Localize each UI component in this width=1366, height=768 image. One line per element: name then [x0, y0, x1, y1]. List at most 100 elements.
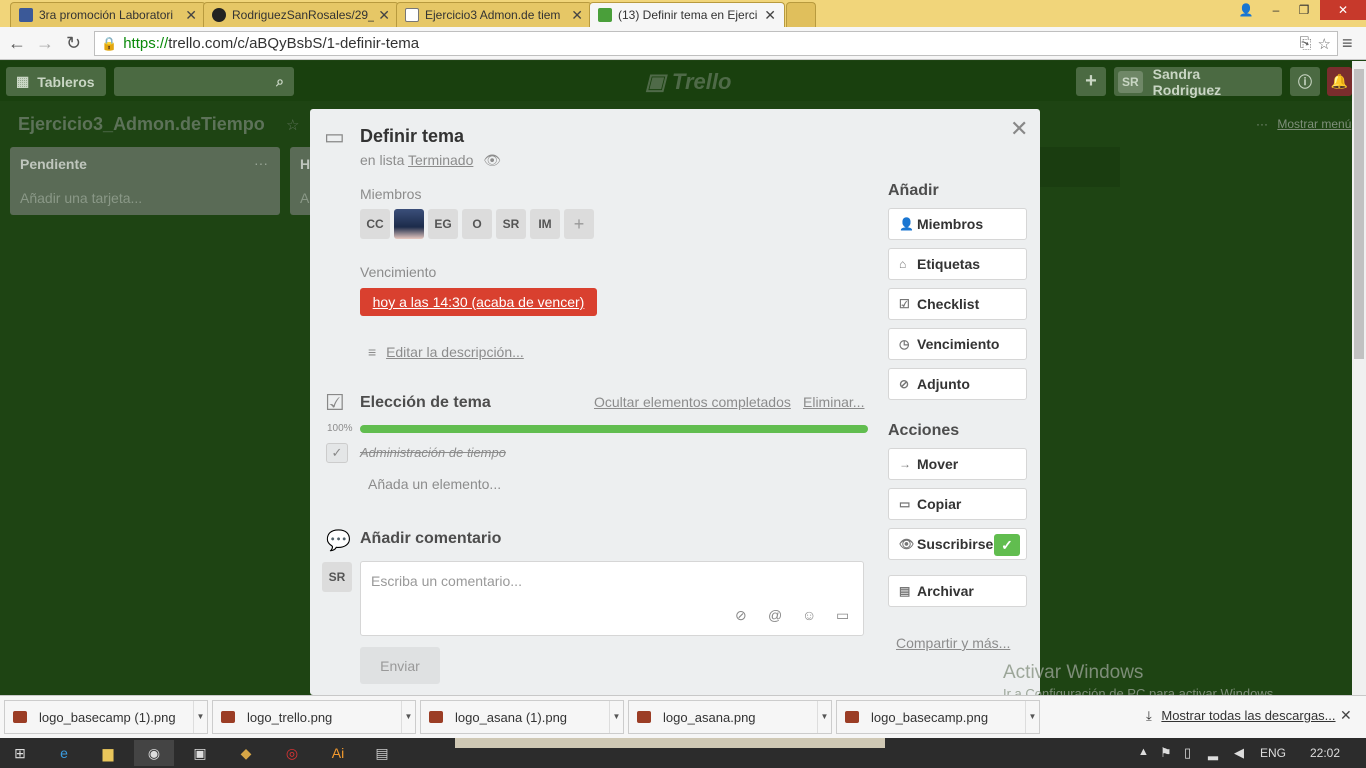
comment-input[interactable]: Escriba un comentario...	[371, 573, 522, 589]
reload-icon[interactable]: ↻	[66, 33, 81, 54]
creative-cloud-icon[interactable]: ◎	[272, 740, 312, 766]
translate-icon[interactable]: ⎘	[1300, 35, 1312, 52]
labels-button[interactable]: ⌂ Etiquetas	[888, 248, 1027, 280]
scrollbar-thumb[interactable]	[1354, 69, 1364, 359]
boards-button[interactable]: ▦ Tableros	[6, 67, 106, 96]
attach-icon[interactable]: ⊘	[735, 607, 747, 624]
add-checklist-item[interactable]: Añada un elemento...	[368, 476, 501, 492]
download-item[interactable]: logo_asana (1).png ▼	[420, 700, 624, 734]
chevron-down-icon[interactable]: ▼	[401, 701, 415, 733]
add-button[interactable]: +	[1076, 67, 1106, 96]
list-pendiente[interactable]: Pendiente ··· Añadir una tarjeta...	[10, 147, 280, 215]
emoji-icon[interactable]: ☺	[802, 607, 816, 623]
language-indicator[interactable]: ENG	[1260, 746, 1286, 760]
browser-tab-active[interactable]: (13) Definir tema en Ejerci ✕	[589, 2, 785, 27]
edit-description[interactable]: ≡ Editar la descripción...	[368, 344, 524, 360]
chevron-down-icon[interactable]: ▼	[609, 701, 623, 733]
close-tab-icon[interactable]: ✕	[764, 7, 776, 24]
wifi-icon[interactable]: ▂	[1208, 745, 1218, 761]
member-avatar[interactable]: SR	[496, 209, 526, 239]
show-menu-link[interactable]: ··· Mostrar menú	[1256, 117, 1351, 131]
checklist-title[interactable]: Elección de tema	[360, 394, 491, 412]
chevron-down-icon[interactable]: ▼	[1025, 701, 1039, 733]
star-icon[interactable]: ☆	[286, 116, 299, 134]
show-all-downloads[interactable]: ⤓ Mostrar todas las descargas...	[1146, 708, 1336, 724]
search-input[interactable]: ⌕	[114, 67, 294, 96]
star-bookmark-icon[interactable]: ☆	[1318, 35, 1331, 53]
hide-completed-link[interactable]: Ocultar elementos completados	[594, 394, 791, 410]
download-item[interactable]: logo_basecamp (1).png ▼	[4, 700, 208, 734]
due-date-badge[interactable]: hoy a las 14:30 (acaba de vencer)	[360, 288, 597, 316]
volume-icon[interactable]: ◀	[1234, 745, 1244, 761]
close-tab-icon[interactable]: ✕	[185, 7, 197, 24]
show-hidden-icons[interactable]: ▲	[1138, 746, 1149, 758]
close-window-button[interactable]: ✕	[1320, 0, 1366, 20]
archive-button[interactable]: ▤ Archivar	[888, 575, 1027, 607]
comment-box[interactable]: Escriba un comentario... ⊘ @ ☺ ▭	[360, 561, 864, 636]
address-bar[interactable]: 🔒 https:// trello.com/c/aBQyBsbS/1-defin…	[94, 31, 1338, 56]
user-menu-button[interactable]: SR Sandra Rodriguez	[1114, 66, 1282, 98]
browser-tab[interactable]: Ejercicio3 Admon.de tiem ✕	[396, 2, 592, 27]
list-menu-icon[interactable]: ···	[254, 155, 268, 171]
forward-icon[interactable]: →	[36, 33, 54, 54]
checkbox-icon: ☑	[899, 297, 910, 311]
internet-explorer-icon[interactable]: e	[44, 740, 84, 766]
checklist-button[interactable]: ☑ Checklist	[888, 288, 1027, 320]
chevron-down-icon[interactable]: ▼	[193, 701, 207, 733]
copy-button[interactable]: ▭ Copiar	[888, 488, 1027, 520]
card-title[interactable]: Definir tema	[360, 126, 464, 147]
download-item[interactable]: logo_trello.png ▼	[212, 700, 416, 734]
windows-start-icon[interactable]: ⊞	[0, 740, 40, 766]
clock[interactable]: 22:02	[1310, 746, 1340, 760]
members-button[interactable]: 👤 Miembros	[888, 208, 1027, 240]
subscribe-button[interactable]: 👁 Suscribirse ✓	[888, 528, 1027, 560]
due-date-button[interactable]: ◷ Vencimiento	[888, 328, 1027, 360]
menu-icon[interactable]: ≡	[1342, 33, 1353, 54]
back-icon[interactable]: ←	[8, 33, 26, 54]
chrome-icon[interactable]: ◉	[134, 740, 174, 766]
info-icon[interactable]: ⓘ	[1290, 67, 1320, 96]
checklist-progress-text: 100%	[327, 423, 353, 434]
delete-checklist-link[interactable]: Eliminar...	[803, 394, 864, 410]
attachment-button[interactable]: ⊘ Adjunto	[888, 368, 1027, 400]
restore-button[interactable]: ❐	[1290, 0, 1318, 20]
mention-icon[interactable]: @	[768, 607, 782, 623]
git-icon[interactable]: ◆	[226, 740, 266, 766]
close-tab-icon[interactable]: ✕	[378, 7, 390, 24]
flag-icon[interactable]: ⚑	[1160, 745, 1172, 761]
page-scrollbar[interactable]	[1352, 61, 1366, 695]
battery-icon[interactable]: ▯	[1184, 745, 1191, 761]
minimize-button[interactable]: –	[1262, 0, 1290, 20]
send-button[interactable]: Enviar	[360, 647, 440, 684]
member-avatar[interactable]: CC	[360, 209, 390, 239]
app-icon[interactable]: ▣	[180, 740, 220, 766]
user-icon[interactable]: 👤	[1232, 0, 1260, 20]
list-link[interactable]: Terminado	[408, 152, 473, 168]
file-explorer-icon[interactable]: ▆	[88, 740, 128, 766]
close-downloads-icon[interactable]: ✕	[1340, 707, 1352, 724]
add-member-button[interactable]: +	[564, 209, 594, 239]
move-button[interactable]: → Mover	[888, 448, 1027, 480]
share-more-link[interactable]: Compartir y más...	[896, 635, 1010, 651]
download-item[interactable]: logo_asana.png ▼	[628, 700, 832, 734]
new-tab-button[interactable]	[786, 2, 816, 27]
notepad-icon[interactable]: ▤	[362, 740, 402, 766]
checklist-item-checkbox[interactable]: ✓	[326, 443, 348, 463]
download-icon: ⤓	[1146, 708, 1152, 723]
browser-tab[interactable]: RodriguezSanRosales/29_ ✕	[203, 2, 399, 27]
close-icon[interactable]: ✕	[1010, 116, 1028, 142]
trello-logo[interactable]: ▣ Trello	[645, 69, 731, 95]
download-item[interactable]: logo_basecamp.png ▼	[836, 700, 1040, 734]
member-avatar[interactable]: EG	[428, 209, 458, 239]
illustrator-icon[interactable]: Ai	[318, 740, 358, 766]
notifications-bell-icon[interactable]: 🔔	[1327, 67, 1352, 96]
checklist-item[interactable]: Administración de tiempo	[360, 445, 506, 460]
browser-tab[interactable]: 3ra promoción Laboratori ✕	[10, 2, 206, 27]
member-avatar-photo[interactable]	[394, 209, 424, 239]
member-avatar[interactable]: O	[462, 209, 492, 239]
member-avatar[interactable]: IM	[530, 209, 560, 239]
board-title[interactable]: Ejercicio3_Admon.deTiempo	[18, 114, 265, 135]
chevron-down-icon[interactable]: ▼	[817, 701, 831, 733]
close-tab-icon[interactable]: ✕	[571, 7, 583, 24]
card-link-icon[interactable]: ▭	[836, 607, 849, 624]
